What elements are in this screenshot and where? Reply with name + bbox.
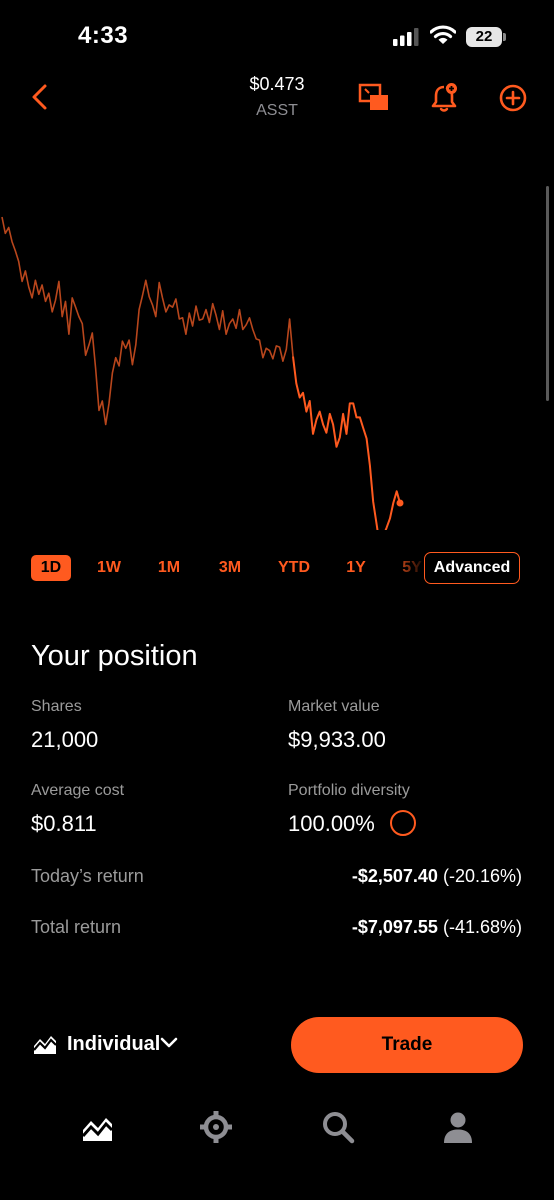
add-to-list-icon[interactable] (497, 82, 529, 114)
range-fade (392, 552, 426, 584)
average-cost-label: Average cost (31, 782, 125, 799)
account-name: Individual (67, 1033, 161, 1055)
wifi-icon (430, 25, 456, 44)
range-selector: 1D 1W 1M 3M YTD 1Y 5Y Advanced (0, 552, 554, 584)
stock-header: $0.473 ASST (0, 70, 554, 130)
tab-bar (0, 1100, 554, 1160)
header-price: $0.473 (249, 74, 305, 94)
range-1y[interactable]: 1Y (340, 555, 372, 581)
scrollbar[interactable] (546, 186, 549, 401)
average-cost-value: $0.811 (31, 811, 97, 836)
shares-value: 21,000 (31, 727, 99, 752)
portfolio-diversity-label: Portfolio diversity (288, 782, 410, 799)
picture-in-picture-icon[interactable] (358, 82, 390, 114)
price-alert-bell-icon[interactable] (428, 82, 460, 114)
account-chart-icon (33, 1036, 57, 1054)
todays-return-label: Today’s return (31, 866, 144, 886)
price-line-recent (292, 356, 401, 530)
total-return-amount: -$7,097.55 (351, 917, 438, 937)
cellular-signal-icon (393, 28, 419, 46)
todays-return-percent: (-20.16%) (442, 866, 522, 886)
price-line-earlier (1, 216, 294, 426)
price-chart[interactable] (0, 190, 554, 530)
trade-button[interactable]: Trade (291, 1017, 523, 1073)
position-title: Your position (31, 640, 198, 672)
tab-investing-chart-icon[interactable] (80, 1110, 114, 1144)
header-ticker: ASST (256, 102, 298, 119)
todays-return-amount: -$2,507.40 (351, 866, 438, 886)
range-1m[interactable]: 1M (152, 555, 186, 581)
advanced-chart-button[interactable]: Advanced (424, 552, 520, 584)
back-icon[interactable] (26, 82, 56, 112)
todays-return-value: -$2,507.40 (-20.16%) (352, 866, 522, 887)
total-return-percent: (-41.68%) (442, 917, 522, 937)
header-title: $0.473 ASST (177, 74, 377, 120)
chevron-down-icon (160, 1037, 178, 1048)
range-1d[interactable]: 1D (31, 555, 71, 581)
status-bar: 4:33 22 (0, 0, 554, 70)
total-return-label: Total return (31, 917, 122, 937)
shares-label: Shares (31, 698, 82, 715)
market-value: $9,933.00 (288, 727, 386, 752)
range-ytd[interactable]: YTD (273, 555, 315, 581)
tab-search-icon[interactable] (321, 1110, 355, 1144)
tab-crypto-icon[interactable] (199, 1110, 233, 1144)
diversity-ring-icon[interactable] (390, 810, 416, 836)
status-time: 4:33 (78, 22, 129, 49)
range-1w[interactable]: 1W (92, 555, 126, 581)
tab-account-person-icon[interactable] (441, 1110, 475, 1144)
total-return-value: -$7,097.55 (-41.68%) (352, 917, 522, 938)
range-3m[interactable]: 3M (213, 555, 247, 581)
battery-level: 22 (475, 28, 493, 45)
battery-icon: 22 (466, 27, 506, 47)
market-value-label: Market value (288, 698, 380, 715)
portfolio-diversity-value: 100.00% (288, 811, 375, 836)
current-price-point (396, 499, 404, 507)
